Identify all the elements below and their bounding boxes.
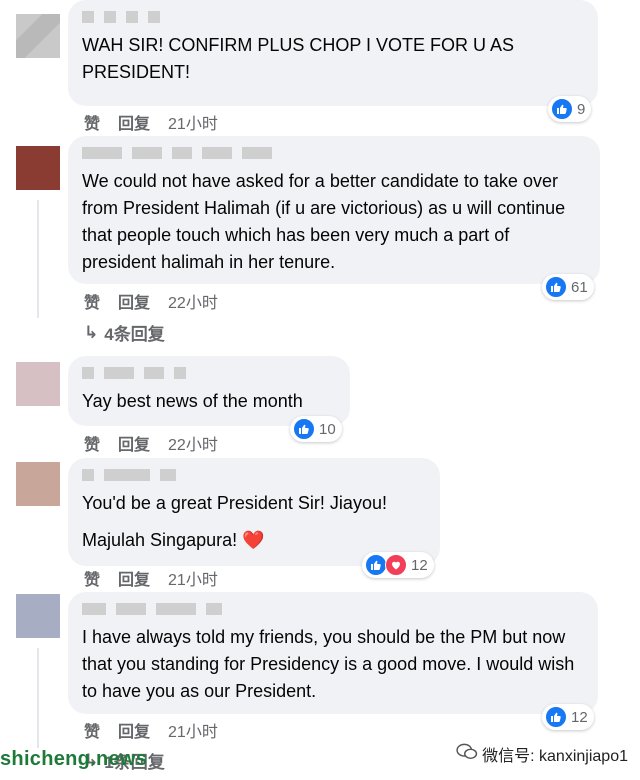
comment-text-line: You'd be a great President Sir! Jiayou! [82, 493, 387, 513]
replies-count-label: 4条回复 [104, 325, 165, 344]
comment-text-line: I have always told my friends, you shoul… [82, 627, 575, 701]
reactions-badge[interactable]: 61 [542, 274, 594, 300]
comment-text-line: Majulah Singapura! ❤️ [82, 530, 265, 550]
reaction-count: 9 [577, 100, 586, 118]
avatar[interactable] [16, 14, 60, 58]
reply-button[interactable]: 回复 [118, 431, 150, 455]
comment-bubble: I have always told my friends, you shoul… [68, 592, 598, 714]
view-replies-link[interactable]: ↳ 4条回复 [84, 320, 165, 345]
love-reaction-icon [385, 554, 407, 576]
like-reaction-icon [365, 554, 387, 576]
wechat-icon [456, 743, 478, 766]
comment-text: WAH SIR! CONFIRM PLUS CHOP I VOTE FOR U … [82, 32, 584, 86]
like-button[interactable]: 赞 [84, 431, 100, 455]
reactions-badge[interactable]: 9 [548, 96, 592, 122]
thread-line [37, 200, 39, 318]
author-name-redacted[interactable] [82, 602, 584, 616]
avatar[interactable] [16, 594, 60, 638]
comment-text: You'd be a great President Sir! Jiayou! … [82, 490, 426, 554]
reply-arrow-icon: ↳ [84, 322, 99, 342]
comment-actions: 赞 回复 22小时 [84, 431, 218, 455]
like-reaction-icon [545, 706, 567, 728]
like-reaction-icon [293, 418, 315, 440]
reaction-count: 12 [571, 708, 588, 726]
watermark-site: shicheng.news [0, 748, 148, 770]
timestamp[interactable]: 21小时 [168, 718, 218, 742]
reaction-count: 12 [411, 556, 428, 574]
timestamp[interactable]: 21小时 [168, 110, 218, 134]
comment-text-line: WAH SIR! CONFIRM PLUS CHOP I VOTE FOR U … [82, 35, 515, 82]
reply-button[interactable]: 回复 [118, 566, 150, 590]
comment-actions: 赞 回复 21小时 [84, 566, 218, 590]
like-button[interactable]: 赞 [84, 110, 100, 134]
author-name-redacted[interactable] [82, 146, 586, 160]
comment-bubble: You'd be a great President Sir! Jiayou! … [68, 458, 440, 566]
timestamp[interactable]: 22小时 [168, 289, 218, 313]
reply-button[interactable]: 回复 [118, 289, 150, 313]
comment-actions: 赞 回复 21小时 [84, 718, 218, 742]
like-button[interactable]: 赞 [84, 718, 100, 742]
reactions-badge[interactable]: 12 [542, 704, 594, 730]
comment-actions: 赞 回复 21小时 [84, 110, 218, 134]
comment-text: We could not have asked for a better can… [82, 168, 586, 276]
like-button[interactable]: 赞 [84, 566, 100, 590]
comment-text: Yay best news of the month [82, 388, 336, 415]
avatar[interactable] [16, 146, 60, 190]
avatar[interactable] [16, 362, 60, 406]
comment-bubble: WAH SIR! CONFIRM PLUS CHOP I VOTE FOR U … [68, 0, 598, 106]
timestamp[interactable]: 22小时 [168, 431, 218, 455]
like-button[interactable]: 赞 [84, 289, 100, 313]
comment-text: I have always told my friends, you shoul… [82, 624, 584, 705]
reply-button[interactable]: 回复 [118, 718, 150, 742]
comment-text-line: We could not have asked for a better can… [82, 171, 566, 272]
watermark-wechat: 微信号: kanxinjiapo1 [456, 742, 628, 766]
comment-bubble: We could not have asked for a better can… [68, 136, 600, 284]
author-name-redacted[interactable] [82, 468, 426, 482]
like-reaction-icon [545, 276, 567, 298]
avatar[interactable] [16, 462, 60, 506]
reactions-badge[interactable]: 12 [362, 552, 434, 578]
like-reaction-icon [551, 98, 573, 120]
reaction-count: 10 [319, 420, 336, 438]
wechat-id: 微信号: kanxinjiapo1 [482, 748, 628, 765]
timestamp[interactable]: 21小时 [168, 566, 218, 590]
author-name-redacted[interactable] [82, 366, 336, 380]
comment-actions: 赞 回复 22小时 [84, 289, 218, 313]
author-name-redacted[interactable] [82, 10, 584, 24]
comment-text-line: Yay best news of the month [82, 391, 303, 411]
reaction-count: 61 [571, 278, 588, 296]
reply-button[interactable]: 回复 [118, 110, 150, 134]
thread-line [37, 648, 39, 748]
reactions-badge[interactable]: 10 [290, 416, 342, 442]
